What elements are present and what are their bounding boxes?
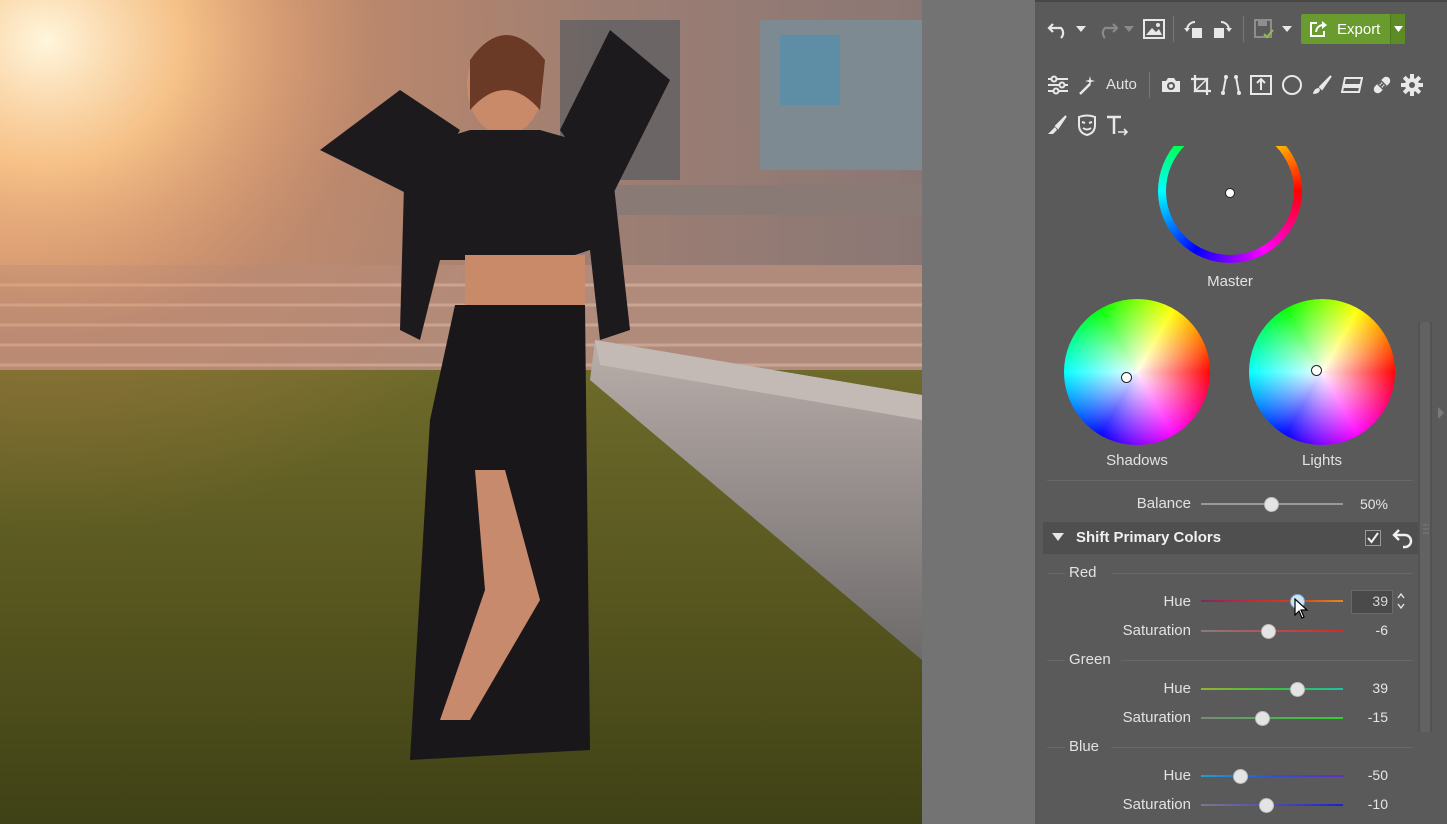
shadows-wheel-center [1064, 299, 1210, 445]
red-hue-spinner[interactable] [1395, 590, 1407, 612]
red-hue-value: 39 [1372, 593, 1388, 609]
redo-dropdown-icon[interactable] [1123, 22, 1135, 36]
red-hue-label: Hue [1163, 593, 1191, 610]
perspective-icon[interactable] [1219, 73, 1243, 97]
checkmark-icon [1367, 532, 1379, 544]
reset-section-icon[interactable] [1392, 527, 1414, 549]
red-saturation-label: Saturation [1122, 622, 1191, 639]
green-saturation-value: -15 [1367, 709, 1388, 725]
group-divider [1047, 573, 1065, 574]
export-button[interactable]: Export [1301, 14, 1403, 44]
section-title: Shift Primary Colors [1076, 529, 1222, 546]
export-label: Export [1337, 20, 1381, 38]
master-label: Master [1207, 273, 1253, 290]
rotate-left-icon[interactable] [1181, 16, 1207, 42]
red-hue-track[interactable] [1201, 600, 1343, 602]
balance-slider-knob[interactable] [1264, 497, 1279, 512]
group-divider [1047, 747, 1065, 748]
green-hue-value: 39 [1372, 680, 1388, 696]
camera-icon[interactable] [1159, 73, 1183, 97]
text-frame-icon[interactable] [1249, 73, 1273, 97]
green-hue-label: Hue [1163, 680, 1191, 697]
red-group-label: Red [1069, 564, 1097, 581]
blue-hue-track[interactable] [1201, 775, 1343, 777]
blue-saturation-slider-knob[interactable] [1259, 798, 1274, 813]
group-divider [1111, 573, 1413, 574]
master-color-wheel[interactable] [1155, 146, 1305, 268]
undo-dropdown-icon[interactable] [1075, 22, 1087, 36]
blue-group-label: Blue [1069, 738, 1100, 755]
blue-saturation-value: -10 [1367, 796, 1388, 812]
shadows-point[interactable] [1121, 372, 1132, 383]
blue-saturation-label: Saturation [1122, 796, 1191, 813]
group-divider [1111, 747, 1413, 748]
divider [1047, 480, 1413, 481]
panel-expand-arrow-icon[interactable] [1437, 406, 1445, 420]
redo-icon[interactable] [1093, 16, 1121, 42]
panel-top-border [1035, 0, 1447, 2]
green-saturation-label: Saturation [1122, 709, 1191, 726]
photo-canvas [0, 0, 922, 824]
spinner-arrows-icon[interactable] [1395, 590, 1407, 612]
mouse-cursor-icon [1294, 598, 1309, 619]
toolbar-separator [1149, 72, 1150, 98]
group-divider [1121, 660, 1413, 661]
rotate-right-icon[interactable] [1209, 16, 1235, 42]
collapse-triangle-icon[interactable] [1052, 533, 1064, 541]
eraser-brush-icon[interactable] [1045, 113, 1069, 137]
lights-color-wheel[interactable] [1249, 299, 1395, 445]
adjust-sliders-icon[interactable] [1046, 73, 1070, 97]
save-icon[interactable] [1251, 16, 1277, 42]
red-saturation-slider-knob[interactable] [1261, 624, 1276, 639]
canvas-margin [922, 0, 1035, 824]
balance-value: 50% [1359, 496, 1388, 512]
shadows-color-wheel[interactable] [1064, 299, 1210, 445]
blue-hue-value: -50 [1367, 767, 1388, 783]
section-enable-checkbox[interactable] [1365, 530, 1381, 546]
master-point[interactable] [1225, 188, 1235, 198]
lights-wheel-center [1249, 299, 1395, 445]
auto-label[interactable]: Auto [1106, 76, 1137, 93]
right-panel: Export Auto Master Shadows Lights Balanc… [1035, 0, 1447, 824]
toolbar-separator [1243, 16, 1244, 42]
green-hue-slider-knob[interactable] [1290, 682, 1305, 697]
circle-icon[interactable] [1280, 73, 1304, 97]
bandage-icon[interactable] [1370, 73, 1394, 97]
text-tool-icon[interactable] [1105, 113, 1129, 137]
chevron-down-icon [1393, 26, 1403, 32]
undo-icon[interactable] [1045, 16, 1073, 42]
export-icon [1309, 20, 1329, 38]
green-saturation-slider-knob[interactable] [1255, 711, 1270, 726]
red-hue-input[interactable]: 39 [1351, 590, 1393, 614]
blue-hue-label: Hue [1163, 767, 1191, 784]
gear-icon[interactable] [1400, 73, 1424, 97]
blue-hue-slider-knob[interactable] [1233, 769, 1248, 784]
shadows-label: Shadows [1106, 452, 1168, 469]
lights-point[interactable] [1311, 365, 1322, 376]
lights-label: Lights [1301, 452, 1343, 469]
green-saturation-track[interactable] [1201, 717, 1343, 719]
balance-label: Balance [1136, 495, 1191, 512]
gradient-filter-icon[interactable] [1340, 73, 1364, 97]
toolbar-separator [1173, 16, 1174, 42]
magic-wand-icon[interactable] [1075, 73, 1099, 97]
face-retouch-icon[interactable] [1075, 113, 1099, 137]
group-divider [1047, 660, 1065, 661]
photo-image [0, 0, 922, 824]
shift-primary-colors-header[interactable]: Shift Primary Colors [1043, 522, 1419, 554]
brush-icon[interactable] [1310, 73, 1334, 97]
scrollbar-grip-icon [1423, 524, 1429, 534]
red-saturation-value: -6 [1375, 622, 1388, 638]
green-group-label: Green [1069, 651, 1111, 668]
export-dropdown-button[interactable] [1390, 14, 1405, 44]
save-dropdown-icon[interactable] [1281, 22, 1293, 36]
crop-icon[interactable] [1189, 73, 1213, 97]
green-hue-track[interactable] [1201, 688, 1343, 690]
image-icon[interactable] [1141, 16, 1167, 42]
